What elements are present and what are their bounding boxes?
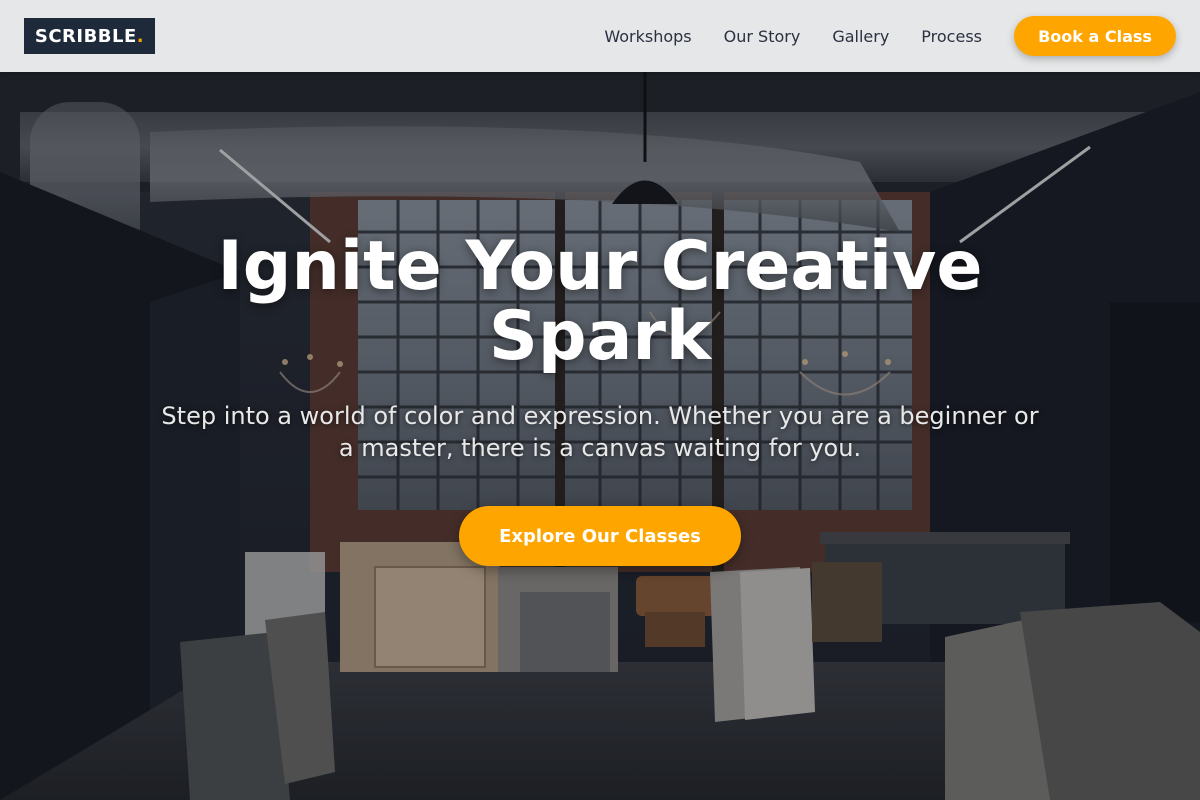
nav-link-process[interactable]: Process [921, 27, 982, 46]
explore-classes-button[interactable]: Explore Our Classes [459, 506, 741, 566]
brand-name: SCRIBBLE [34, 25, 137, 47]
hero-title: Ignite Your Creative Spark [217, 227, 983, 376]
main-nav: Workshops Our Story Gallery Process Book… [604, 16, 1176, 56]
hero-section: Ignite Your Creative Spark Step into a w… [0, 72, 1200, 800]
site-header: SCRIBBLE. Workshops Our Story Gallery Pr… [0, 0, 1200, 72]
brand-logo[interactable]: SCRIBBLE. [24, 18, 155, 54]
brand-dot: . [136, 25, 145, 47]
hero-subtitle: Step into a world of color and expressio… [161, 402, 1039, 462]
hero-content: Ignite Your Creative Spark Step into a w… [0, 72, 1200, 800]
nav-link-our-story[interactable]: Our Story [724, 27, 801, 46]
nav-link-gallery[interactable]: Gallery [832, 27, 889, 46]
book-class-button[interactable]: Book a Class [1014, 16, 1176, 56]
nav-link-workshops[interactable]: Workshops [604, 27, 691, 46]
